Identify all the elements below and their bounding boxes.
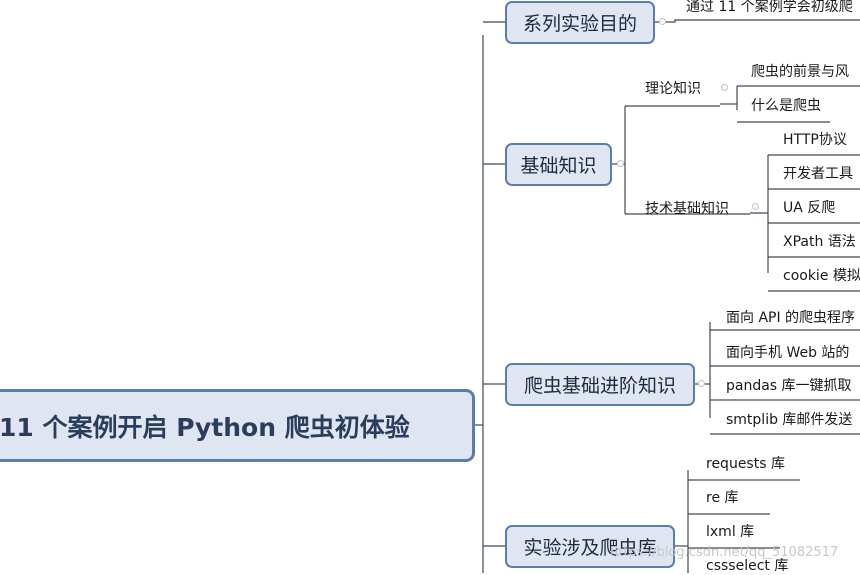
topic-advanced-knowledge[interactable]: 爬虫基础进阶知识 — [505, 363, 695, 406]
watermark: https://blog.csdn.net/qq_51082517 — [610, 545, 839, 560]
leaf-mobile-web[interactable]: 面向手机 Web 站的 — [726, 344, 849, 362]
connector-lines — [474, 19, 860, 573]
collapse-toggle-icon[interactable] — [617, 160, 624, 167]
leaf-pandas-scrape[interactable]: pandas 库一键抓取 — [726, 377, 852, 395]
collapse-toggle-icon[interactable] — [698, 380, 705, 387]
subtopic-purpose-detail[interactable]: 通过 11 个案例学会初级爬 — [686, 0, 853, 16]
leaf-xpath-syntax[interactable]: XPath 语法 — [783, 233, 856, 251]
leaf-smtplib-mail[interactable]: smtplib 库邮件发送 — [726, 411, 852, 429]
collapse-toggle-icon[interactable] — [659, 18, 666, 25]
subtopic-technical-basics[interactable]: 技术基础知识 — [645, 200, 729, 218]
leaf-cookie-simulation[interactable]: cookie 模拟 — [783, 267, 860, 285]
leaf-lxml-lib[interactable]: lxml 库 — [706, 523, 754, 541]
leaf-re-lib[interactable]: re 库 — [706, 489, 739, 507]
leaf-http-protocol[interactable]: HTTP协议 — [783, 131, 847, 149]
collapse-toggle-icon[interactable] — [721, 84, 728, 91]
collapse-toggle-icon[interactable] — [752, 203, 759, 210]
leaf-what-is-crawler[interactable]: 什么是爬虫 — [751, 97, 821, 115]
topic-experiment-purpose[interactable]: 系列实验目的 — [505, 1, 655, 44]
leaf-requests-lib[interactable]: requests 库 — [706, 455, 785, 473]
leaf-developer-tools[interactable]: 开发者工具 — [783, 165, 853, 183]
leaf-api-crawler[interactable]: 面向 API 的爬虫程序 — [726, 309, 855, 327]
root-topic[interactable]: 11 个案例开启 Python 爬虫初体验 — [0, 389, 475, 462]
leaf-crawler-prospects[interactable]: 爬虫的前景与风 — [751, 63, 849, 81]
leaf-ua-anticrawl[interactable]: UA 反爬 — [783, 199, 835, 217]
subtopic-theory-knowledge[interactable]: 理论知识 — [645, 80, 701, 98]
topic-basic-knowledge[interactable]: 基础知识 — [505, 143, 612, 186]
